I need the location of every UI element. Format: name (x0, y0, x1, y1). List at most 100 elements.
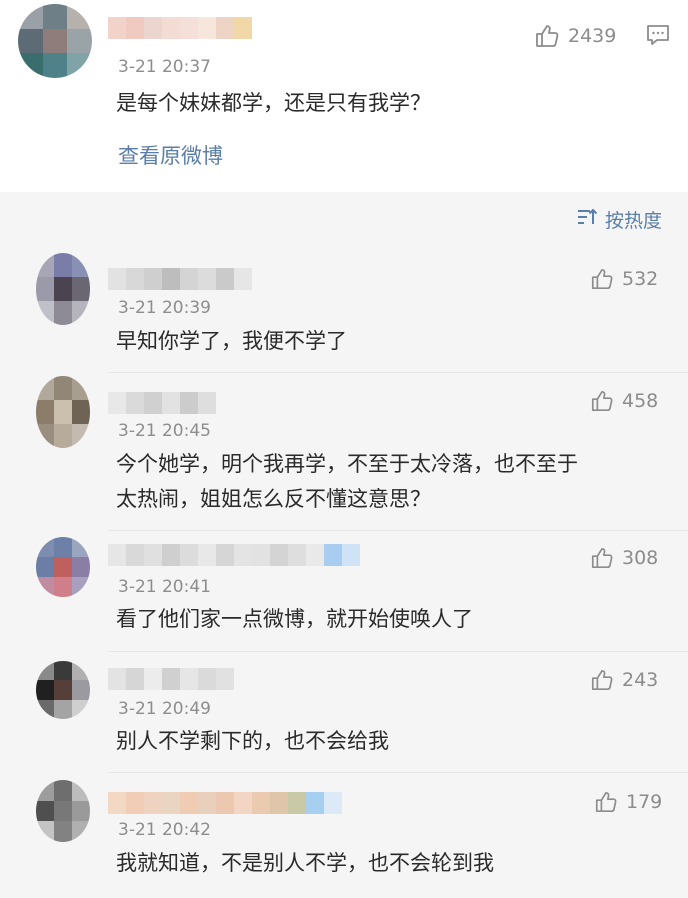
reply-username[interactable] (108, 668, 234, 690)
username-mosaic-tile (234, 792, 252, 814)
avatar-mosaic-tile (18, 4, 43, 29)
reply-like-button[interactable]: 308 (590, 546, 658, 570)
username-mosaic-tile (144, 544, 162, 566)
sort-icon (577, 208, 599, 231)
main-comment-username[interactable] (108, 17, 252, 39)
avatar-mosaic-tile (54, 277, 72, 301)
reply-like-button[interactable]: 458 (590, 389, 658, 413)
username-mosaic-tile (126, 392, 144, 414)
comment-icon[interactable] (646, 24, 670, 50)
reply-username[interactable] (108, 392, 216, 414)
username-mosaic-tile (162, 668, 180, 690)
reply-timestamp: 3-21 20:42 (118, 820, 211, 840)
like-count: 243 (622, 669, 659, 691)
avatar-mosaic-tile (54, 557, 72, 577)
username-mosaic-tile (252, 792, 270, 814)
avatar-mosaic-tile (72, 800, 90, 822)
avatar-mosaic-tile (54, 400, 72, 424)
username-mosaic-tile (108, 268, 126, 290)
username-mosaic-tile (270, 544, 288, 566)
divider (108, 651, 688, 652)
username-mosaic-tile (324, 792, 342, 814)
username-mosaic-tile (126, 544, 144, 566)
username-mosaic-tile (126, 268, 144, 290)
username-mosaic-tile (198, 268, 216, 290)
reply-text: 我就知道，不是别人不学，也不会轮到我 (116, 851, 494, 875)
avatar-mosaic-tile (36, 557, 54, 577)
username-mosaic-tile (180, 544, 198, 566)
username-mosaic-tile (216, 17, 234, 39)
username-mosaic-tile (216, 544, 234, 566)
thumbs-up-icon (534, 23, 560, 49)
reply-avatar[interactable] (36, 537, 90, 597)
reply-avatar[interactable] (36, 780, 90, 842)
avatar-mosaic-tile (36, 400, 54, 424)
reply-like-button[interactable]: 179 (594, 790, 662, 814)
view-original-weibo-link[interactable]: 查看原微博 (118, 140, 223, 170)
divider (108, 772, 688, 773)
username-mosaic-tile (234, 268, 252, 290)
username-mosaic-tile (144, 392, 162, 414)
username-mosaic-tile (126, 17, 144, 39)
divider (108, 530, 688, 531)
thumbs-up-icon (594, 790, 618, 814)
avatar-mosaic-tile (67, 28, 92, 54)
thumbs-up-icon (590, 546, 614, 570)
sort-by-hot-button[interactable]: 按热度 (577, 206, 662, 233)
reply-like-button[interactable]: 243 (590, 668, 658, 692)
avatar-mosaic-tile (54, 680, 72, 700)
avatar-mosaic-tile (67, 4, 92, 29)
reply-text: 早知你学了，我便不学了 (116, 329, 347, 353)
reply-username[interactable] (108, 792, 342, 814)
username-mosaic-tile (252, 544, 270, 566)
username-mosaic-tile (180, 268, 198, 290)
avatar-mosaic-tile (54, 424, 72, 448)
reply-avatar[interactable] (36, 376, 90, 448)
avatar-mosaic-tile (42, 4, 68, 29)
username-mosaic-tile (234, 17, 252, 39)
avatar-mosaic-tile (54, 821, 72, 842)
reply-avatar[interactable] (36, 253, 90, 325)
main-comment-like-button[interactable]: 2439 (534, 23, 616, 49)
username-mosaic-tile (288, 792, 306, 814)
username-mosaic-tile (144, 668, 162, 690)
avatar-mosaic-tile (42, 53, 68, 78)
avatar-mosaic-tile (54, 800, 72, 822)
main-comment-avatar[interactable] (18, 4, 92, 78)
username-mosaic-tile (324, 544, 342, 566)
username-mosaic-tile (180, 392, 198, 414)
username-mosaic-tile (198, 392, 216, 414)
username-mosaic-tile (108, 392, 126, 414)
username-mosaic-tile (144, 268, 162, 290)
username-mosaic-tile (126, 668, 144, 690)
username-mosaic-tile (198, 17, 216, 39)
reply-text: 别人不学剩下的，也不会给我 (116, 729, 389, 753)
avatar-mosaic-tile (54, 577, 72, 597)
divider (108, 372, 688, 373)
like-count: 458 (622, 390, 659, 412)
avatar-mosaic-tile (67, 53, 92, 78)
username-mosaic-tile (288, 544, 306, 566)
avatar-mosaic-tile (54, 699, 72, 719)
avatar-mosaic-tile (18, 28, 43, 54)
username-mosaic-tile (180, 17, 198, 39)
avatar-mosaic-tile (72, 400, 90, 424)
username-mosaic-tile (162, 544, 180, 566)
avatar-mosaic-tile (36, 680, 54, 700)
avatar-mosaic-tile (54, 301, 72, 325)
username-mosaic-tile (162, 392, 180, 414)
reply-username[interactable] (108, 268, 252, 290)
reply-username[interactable] (108, 544, 360, 566)
username-mosaic-tile (342, 544, 360, 566)
username-mosaic-tile (180, 792, 198, 814)
main-comment-timestamp: 3-21 20:37 (118, 57, 211, 77)
username-mosaic-tile (162, 792, 180, 814)
reply-avatar[interactable] (36, 661, 90, 719)
avatar-mosaic-tile (18, 53, 43, 78)
username-mosaic-tile (126, 792, 144, 814)
reply-like-button[interactable]: 532 (590, 267, 658, 291)
like-count: 2439 (568, 25, 617, 47)
username-mosaic-tile (216, 668, 234, 690)
thumbs-up-icon (590, 389, 614, 413)
thumbs-up-icon (590, 668, 614, 692)
